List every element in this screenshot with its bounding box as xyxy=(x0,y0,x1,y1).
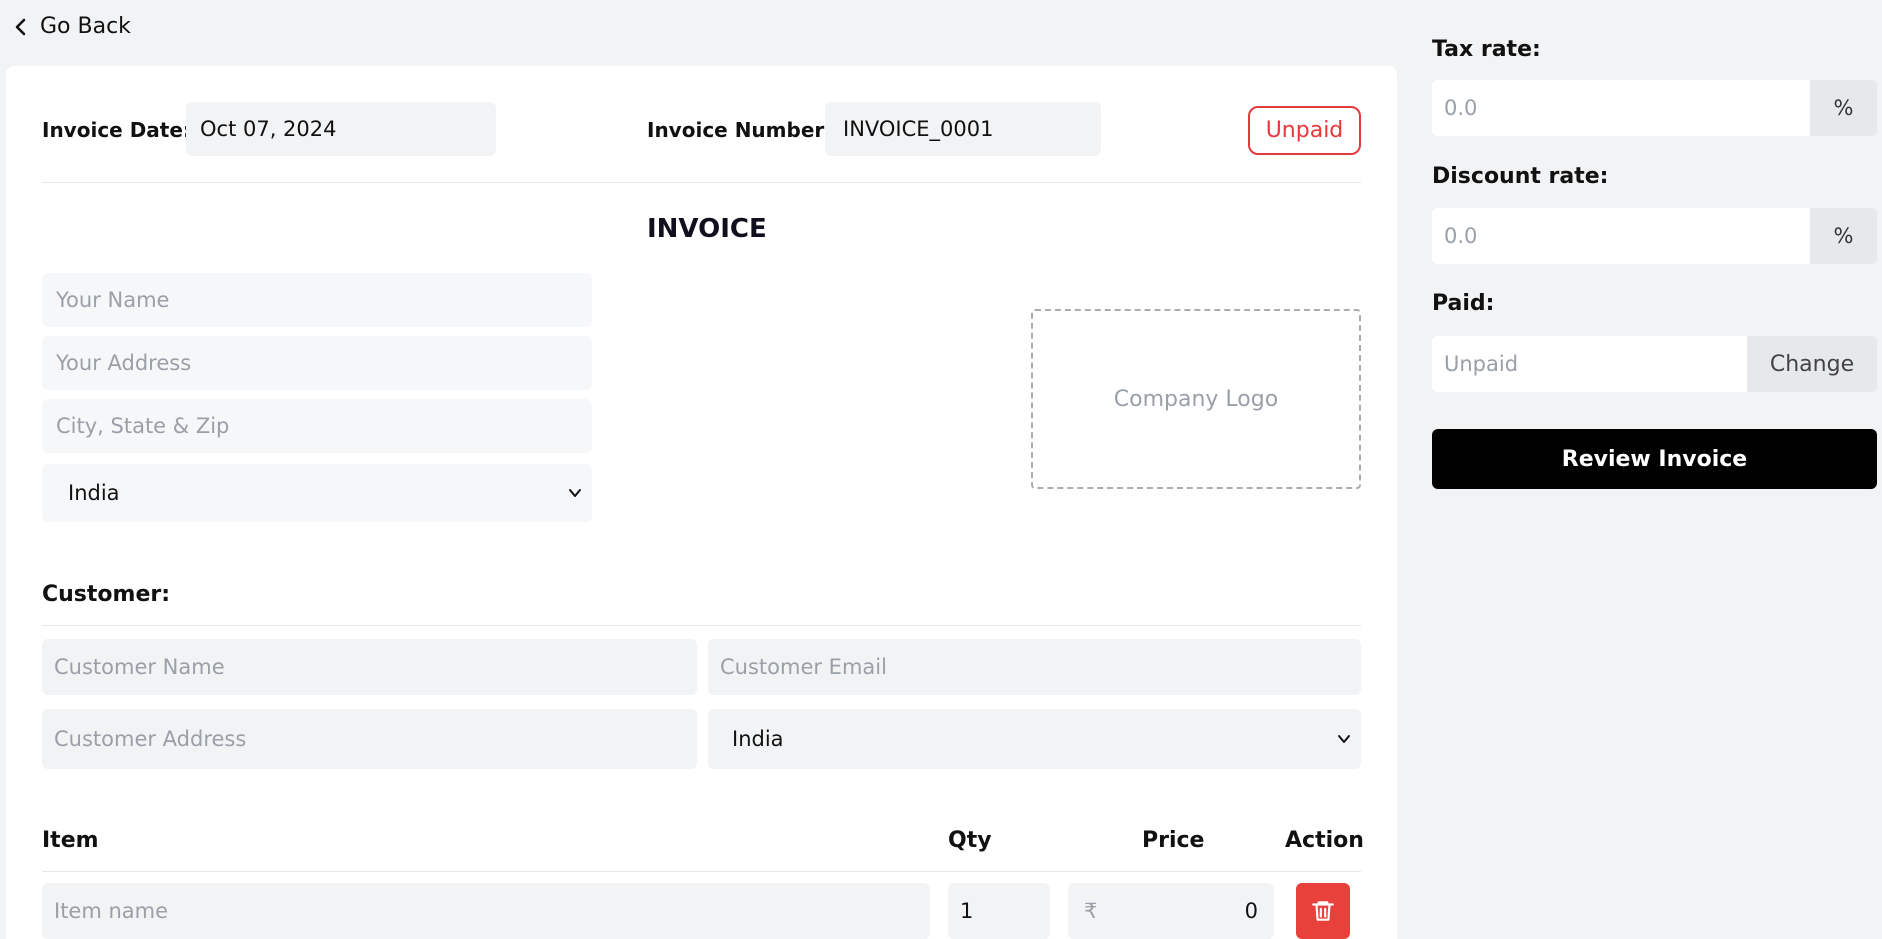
invoice-number-label: Invoice Number: xyxy=(647,118,833,142)
invoice-editor-page: Go Back Invoice Date: Oct 07, 2024 Invoi… xyxy=(0,0,1882,939)
customer-name-input[interactable]: Customer Name xyxy=(42,639,697,695)
go-back-label: Go Back xyxy=(40,14,131,39)
your-address-input[interactable]: Your Address xyxy=(42,336,592,390)
column-header-action: Action xyxy=(1285,828,1364,853)
delete-item-button[interactable] xyxy=(1296,883,1350,939)
discount-rate-percent-addon: % xyxy=(1810,208,1877,264)
item-price-input[interactable]: ₹ 0 xyxy=(1068,883,1274,939)
tax-rate-percent-addon: % xyxy=(1810,80,1877,136)
customer-email-input[interactable]: Customer Email xyxy=(708,639,1361,695)
chevron-down-icon xyxy=(569,489,581,497)
tax-rate-input[interactable]: 0.0 xyxy=(1432,80,1810,136)
company-logo-label: Company Logo xyxy=(1113,386,1279,412)
paid-status-input: Unpaid xyxy=(1432,336,1747,392)
invoice-number-field[interactable]: INVOICE_0001 xyxy=(825,102,1101,156)
chevron-left-icon xyxy=(15,18,26,35)
currency-symbol: ₹ xyxy=(1084,899,1098,923)
chevron-down-icon xyxy=(1338,735,1350,743)
customer-country-value: India xyxy=(732,727,784,751)
invoice-date-label: Invoice Date: xyxy=(42,118,191,142)
paid-label: Paid: xyxy=(1432,291,1495,316)
item-price-value: 0 xyxy=(1244,899,1258,923)
item-qty-input[interactable]: 1 xyxy=(948,883,1050,939)
customer-country-select[interactable]: India xyxy=(708,709,1361,769)
discount-rate-input[interactable]: 0.0 xyxy=(1432,208,1810,264)
invoice-card: Invoice Date: Oct 07, 2024 Invoice Numbe… xyxy=(6,66,1397,939)
column-header-qty: Qty xyxy=(948,828,992,853)
your-name-input[interactable]: Your Name xyxy=(42,273,592,327)
column-header-price: Price xyxy=(1142,828,1205,853)
city-state-zip-input[interactable]: City, State & Zip xyxy=(42,399,592,453)
item-name-input[interactable]: Item name xyxy=(42,883,930,939)
invoice-title: INVOICE xyxy=(647,214,767,244)
change-paid-button[interactable]: Change xyxy=(1747,336,1877,392)
customer-divider xyxy=(42,625,1361,626)
go-back-link[interactable]: Go Back xyxy=(12,14,131,39)
tax-rate-label: Tax rate: xyxy=(1432,37,1541,62)
customer-address-input[interactable]: Customer Address xyxy=(42,709,697,769)
column-header-item: Item xyxy=(42,828,99,853)
sender-country-value: India xyxy=(68,481,120,505)
items-divider xyxy=(42,871,1361,872)
invoice-date-field[interactable]: Oct 07, 2024 xyxy=(186,102,496,156)
customer-section-label: Customer: xyxy=(42,582,171,607)
company-logo-upload[interactable]: Company Logo xyxy=(1031,309,1361,489)
status-badge: Unpaid xyxy=(1248,106,1361,155)
trash-icon xyxy=(1312,901,1334,921)
review-invoice-button[interactable]: Review Invoice xyxy=(1432,429,1877,489)
discount-rate-label: Discount rate: xyxy=(1432,164,1609,189)
header-divider xyxy=(42,182,1361,183)
sender-country-select[interactable]: India xyxy=(42,464,592,522)
